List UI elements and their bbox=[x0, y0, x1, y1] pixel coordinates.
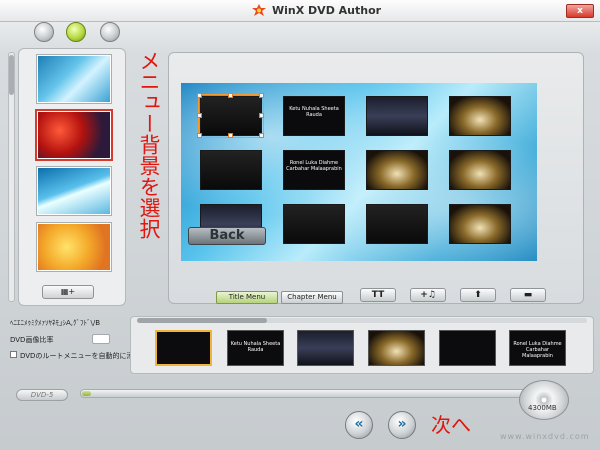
menu-slot[interactable] bbox=[283, 204, 345, 244]
window-control-3[interactable] bbox=[100, 22, 120, 42]
menu-slot[interactable]: Ketu Nuhala Sheeta Rauda bbox=[283, 96, 345, 136]
chapter-thumbnail[interactable]: Ronel Luka Diahme Carbahar Malaaprabin bbox=[509, 330, 566, 366]
chapter-thumbnail[interactable] bbox=[155, 330, 212, 366]
selection-handle[interactable] bbox=[228, 93, 233, 98]
chapter-thumbnail[interactable]: Ketu Nuhala Sheeta Rauda bbox=[227, 330, 284, 366]
selection-handle[interactable] bbox=[197, 93, 202, 98]
background-thumbnail[interactable] bbox=[37, 55, 111, 103]
disc-icon bbox=[519, 380, 569, 420]
previous-button[interactable]: « bbox=[345, 411, 373, 439]
tab-chapter-menu[interactable]: Chapter Menu bbox=[281, 291, 343, 304]
background-thumbnail[interactable] bbox=[37, 111, 111, 159]
text-tool-button[interactable]: TT bbox=[360, 288, 396, 302]
menu-slot[interactable]: Ronel Luka Diahme Carbahar Malaaprabin bbox=[283, 150, 345, 190]
selection-handle[interactable] bbox=[228, 133, 233, 138]
garbled-setting-label: ﾍﾆｴﾆﾒｩﾐｸﾒｧｿﾔﾈﾓ｣ｼA,ｸﾞﾌﾄﾞ\/B bbox=[10, 319, 101, 327]
chapter-thumbnail[interactable] bbox=[439, 330, 496, 366]
chapter-thumbnail[interactable] bbox=[368, 330, 425, 366]
dvd-type-label[interactable]: DVD-5 bbox=[16, 389, 68, 401]
close-button[interactable]: x bbox=[566, 4, 594, 18]
background-list bbox=[18, 48, 126, 306]
disc-capacity-label: 4300MB bbox=[528, 404, 557, 412]
chapter-strip-scrollbar[interactable] bbox=[137, 318, 587, 323]
remove-button[interactable]: ▬ bbox=[510, 288, 546, 302]
selection-handle[interactable] bbox=[197, 133, 202, 138]
add-background-button[interactable]: ▦+ bbox=[42, 285, 94, 299]
back-button-preview[interactable]: Back bbox=[188, 227, 266, 245]
window-control-2[interactable] bbox=[66, 22, 86, 42]
annotation-select-background: メニュー背景を選択 bbox=[137, 50, 161, 239]
app-window: WinX DVD Author x ▦+ メニュー背景を選択 Ketu Nuha… bbox=[0, 0, 600, 450]
selection-handle[interactable] bbox=[197, 113, 202, 118]
add-music-button[interactable]: +♫ bbox=[410, 288, 446, 302]
aspect-ratio-select[interactable] bbox=[92, 334, 110, 344]
menu-slot[interactable] bbox=[198, 94, 264, 138]
move-up-button[interactable]: ⬆ bbox=[460, 288, 496, 302]
background-list-scrollbar[interactable] bbox=[8, 52, 15, 302]
menu-slot[interactable] bbox=[449, 204, 511, 244]
menu-slot[interactable] bbox=[366, 96, 428, 136]
watermark: www.winxdvd.com bbox=[500, 432, 590, 441]
capacity-fill bbox=[82, 391, 91, 396]
chapter-thumbnail[interactable] bbox=[297, 330, 354, 366]
selection-handle[interactable] bbox=[259, 133, 264, 138]
menu-slot[interactable] bbox=[449, 96, 511, 136]
selection-handle[interactable] bbox=[259, 113, 264, 118]
window-control-1[interactable] bbox=[34, 22, 54, 42]
capacity-bar bbox=[80, 389, 528, 398]
menu-slot[interactable] bbox=[366, 204, 428, 244]
title-bar: WinX DVD Author x bbox=[0, 0, 600, 22]
window-title: WinX DVD Author bbox=[272, 4, 382, 17]
next-button[interactable]: » bbox=[388, 411, 416, 439]
annotation-next: 次へ bbox=[431, 413, 471, 437]
winx-logo-icon bbox=[252, 4, 266, 16]
aspect-ratio-label: DVD画像比率 bbox=[10, 336, 54, 344]
background-thumbnail[interactable] bbox=[37, 167, 111, 215]
selection-handle[interactable] bbox=[259, 93, 264, 98]
menu-slot[interactable] bbox=[200, 150, 262, 190]
menu-slot[interactable] bbox=[366, 150, 428, 190]
root-menu-checkbox[interactable] bbox=[10, 351, 17, 358]
background-thumbnail[interactable] bbox=[37, 223, 111, 271]
tab-title-menu[interactable]: Title Menu bbox=[216, 291, 278, 304]
menu-slot[interactable] bbox=[449, 150, 511, 190]
